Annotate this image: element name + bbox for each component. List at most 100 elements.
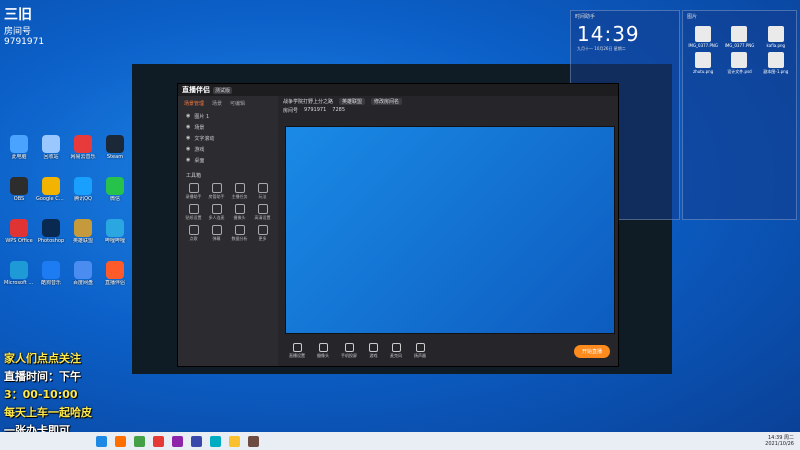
- tool-button[interactable]: 点歌: [184, 225, 203, 242]
- desktop-icon[interactable]: 酷狗音乐: [36, 261, 66, 286]
- toolbar-button[interactable]: 游戏: [369, 343, 378, 359]
- toolbar-label: 摄像头: [317, 353, 329, 358]
- toolbar-button[interactable]: 手机投屏: [341, 343, 357, 359]
- desktop-icon[interactable]: 哔哩哔哩: [100, 219, 130, 244]
- toolbar-label: 游戏: [369, 353, 378, 358]
- tool-button[interactable]: 主播任务: [230, 183, 249, 200]
- desktop-icon-label: 直播伴侣: [104, 280, 125, 286]
- tool-button[interactable]: 更多: [253, 225, 272, 242]
- taskbar: 14:39 周二 2021/10/26: [0, 432, 800, 450]
- toolbar-button[interactable]: 直播设置: [289, 343, 305, 359]
- desktop-icon[interactable]: 百度网盘: [68, 261, 98, 286]
- file-label: IMG_0377.PNG: [688, 43, 718, 48]
- toolbar-button[interactable]: 麦克风: [390, 343, 402, 359]
- file-label: IMG_0377.PNG: [724, 43, 755, 48]
- desktop-icon[interactable]: OBS: [4, 177, 34, 202]
- tool-button[interactable]: 数据分析: [230, 225, 249, 242]
- room-category[interactable]: 英雄联盟: [339, 98, 366, 105]
- desktop-icon[interactable]: 此电脑: [4, 135, 34, 160]
- eye-icon[interactable]: ◉: [186, 157, 190, 164]
- file-item[interactable]: zhutu.png: [687, 52, 719, 75]
- scene-item[interactable]: ◉ 游戏: [178, 144, 278, 155]
- taskbar-icons: [96, 435, 259, 447]
- tab-1[interactable]: 场景: [212, 100, 222, 107]
- desktop-icon-label: Photoshop: [37, 238, 65, 244]
- scene-label: 场景: [194, 125, 205, 131]
- app-icon: [74, 261, 92, 279]
- desktop-icon[interactable]: Google Chrome: [36, 177, 66, 202]
- system-tray: 14:39 周二 2021/10/26: [765, 435, 794, 447]
- tool-button[interactable]: 玩法: [253, 183, 272, 200]
- app-title: 直播伴侣: [182, 86, 210, 94]
- eye-icon[interactable]: ◉: [186, 146, 190, 153]
- eye-icon[interactable]: ◉: [186, 124, 190, 131]
- file-item[interactable]: 副本图-1.png: [760, 52, 792, 75]
- edit-room-button[interactable]: 修改房间名: [371, 98, 403, 105]
- live-companion-window[interactable]: 直播伴侣 测试版 场景管理 场景 可编辑 ◉ 图片 1 ◉ 场景 ◉ 文字滚动 ◉ 游戏 ◉ 桌面 工…: [177, 83, 619, 367]
- app-icon: [74, 219, 92, 237]
- taskbar-app-icon[interactable]: [134, 435, 145, 447]
- desktop-icon[interactable]: Microsoft Edge: [4, 261, 34, 286]
- tool-button[interactable]: 录播助手: [184, 183, 203, 200]
- tool-button[interactable]: 弹幕: [207, 225, 226, 242]
- files-widget-title: 图片: [687, 14, 698, 20]
- taskbar-app-icon[interactable]: [96, 435, 107, 447]
- start-live-button[interactable]: 开始直播: [573, 344, 610, 358]
- file-item[interactable]: 设计文件.psd: [723, 52, 755, 75]
- scene-item[interactable]: ◉ 场景: [178, 122, 278, 133]
- desktop-icon[interactable]: Photoshop: [36, 219, 66, 244]
- taskbar-app-icon[interactable]: [153, 435, 164, 447]
- taskbar-app-icon[interactable]: [191, 435, 202, 447]
- file-item[interactable]: IMG_0377.PNG: [723, 26, 755, 48]
- taskbar-app-icon[interactable]: [210, 435, 221, 447]
- desktop-icon-label: 此电脑: [11, 154, 27, 160]
- tool-label: 点歌: [189, 236, 198, 241]
- tab-2[interactable]: 可编辑: [230, 100, 245, 107]
- tool-button[interactable]: 房管助手: [207, 183, 226, 200]
- stream-preview[interactable]: [285, 126, 615, 334]
- taskbar-app-icon[interactable]: [248, 435, 259, 447]
- desktop-icon-label: 酷狗音乐: [40, 280, 61, 286]
- desktop-icon-label: 网易云音乐: [70, 154, 96, 160]
- file-item[interactable]: IMG_0377.PNG: [687, 26, 719, 48]
- scene-label: 桌面: [194, 158, 205, 164]
- scene-item[interactable]: ◉ 图片 1: [178, 111, 278, 122]
- tray-date: 2021/10/26: [765, 441, 794, 447]
- toolbar-icon: [391, 343, 401, 352]
- desktop-icon[interactable]: 英雄联盟: [68, 219, 98, 244]
- tool-button[interactable]: 高清设置: [253, 204, 272, 221]
- file-item[interactable]: kafla.png: [760, 26, 792, 48]
- tool-button[interactable]: 多人连麦: [207, 204, 226, 221]
- toolbar-icon: [318, 343, 328, 352]
- desktop-icon[interactable]: Steam: [100, 135, 130, 160]
- eye-icon[interactable]: ◉: [186, 135, 190, 142]
- scene-item[interactable]: ◉ 桌面: [178, 155, 278, 166]
- tool-button[interactable]: 贴纸设置: [184, 204, 203, 221]
- tab-0[interactable]: 场景管理: [184, 100, 204, 107]
- app-icon: [10, 261, 28, 279]
- eye-icon[interactable]: ◉: [186, 113, 190, 120]
- scene-item[interactable]: ◉ 文字滚动: [178, 133, 278, 144]
- toolbar-button[interactable]: 扬声器: [414, 343, 426, 359]
- desktop-icon[interactable]: 直播伴侣: [100, 261, 130, 286]
- desktop-icon[interactable]: 回收站: [36, 135, 66, 160]
- app-icon: [10, 219, 28, 237]
- desktop-icon[interactable]: 腾讯QQ: [68, 177, 98, 202]
- tool-button[interactable]: 摄像头: [230, 204, 249, 221]
- desktop-icon-label: WPS Office: [5, 238, 33, 244]
- toolbar-label: 手机投屏: [341, 353, 357, 358]
- desktop-icon[interactable]: WPS Office: [4, 219, 34, 244]
- app-icon: [106, 177, 124, 195]
- desktop-icon[interactable]: 微信: [100, 177, 130, 202]
- taskbar-app-icon[interactable]: [115, 435, 126, 447]
- tool-icon: [257, 183, 268, 193]
- file-icon: [731, 26, 748, 42]
- app-icon: [42, 135, 60, 153]
- taskbar-app-icon[interactable]: [172, 435, 183, 447]
- toolbar-button[interactable]: 摄像头: [317, 343, 329, 359]
- taskbar-app-icon[interactable]: [229, 435, 240, 447]
- overlay-logo: 三旧: [4, 7, 32, 23]
- tool-label: 多人连麦: [208, 215, 225, 220]
- desktop-icon[interactable]: 网易云音乐: [68, 135, 98, 160]
- tool-icon: [211, 225, 222, 235]
